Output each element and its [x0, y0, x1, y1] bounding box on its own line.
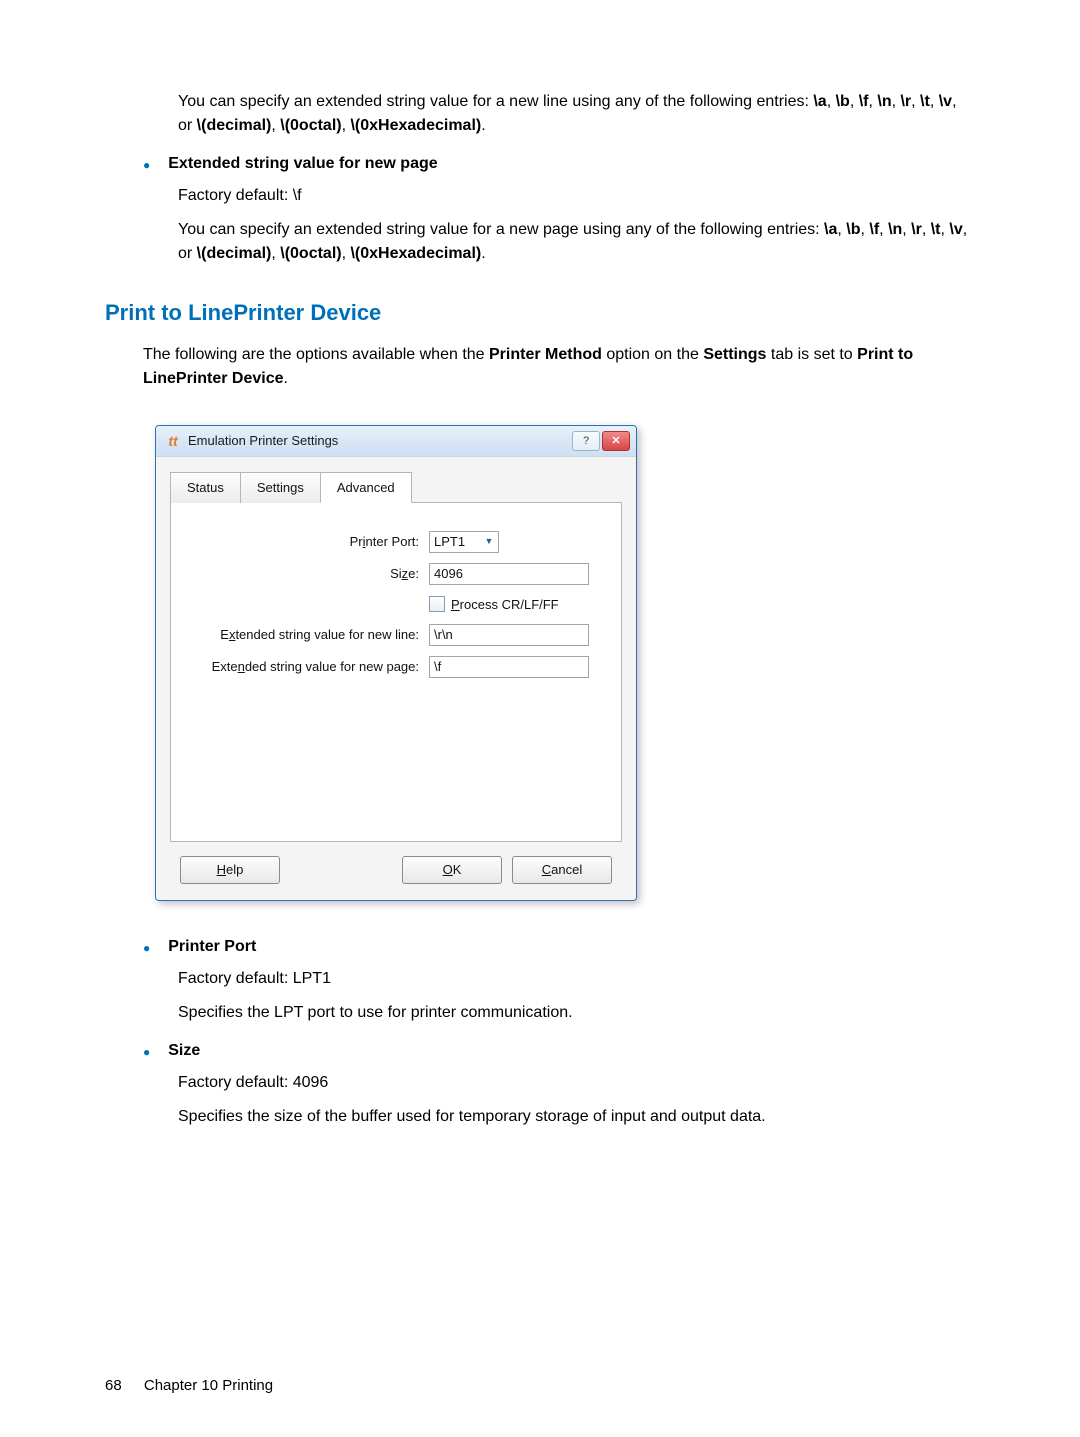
bullet-printer-port-title: Printer Port	[168, 935, 256, 959]
label-newline: Extended string value for new line:	[189, 625, 419, 645]
escape-f: \f	[859, 93, 869, 110]
top-text: You can specify an extended string value…	[178, 93, 813, 110]
escape-t: \t	[920, 93, 930, 110]
printer-port-select[interactable]: LPT1 ▼	[429, 531, 499, 553]
factory-default-newpage: Factory default: \f	[178, 184, 975, 208]
newline-input[interactable]: \r\n	[429, 624, 589, 646]
process-crlfff-checkbox[interactable]	[429, 596, 445, 612]
size-input[interactable]: 4096	[429, 563, 589, 585]
escape-oct: \(0octal)	[280, 117, 341, 134]
advanced-panel: Printer Port: LPT1 ▼ Size: 4096	[170, 502, 622, 842]
bullet-size: ● Size	[143, 1039, 975, 1065]
bullet-icon: ●	[143, 935, 150, 961]
escape-r: \r	[900, 93, 911, 110]
bullet-extended-newpage-body: Factory default: \f You can specify an e…	[178, 184, 975, 266]
tab-advanced[interactable]: Advanced	[320, 472, 412, 503]
bullet-icon: ●	[143, 1039, 150, 1065]
close-titlebar-button[interactable]: ✕	[602, 431, 630, 451]
escape-dec: \(decimal)	[197, 117, 272, 134]
dialog-button-row: Help OK Cancel	[170, 842, 622, 884]
size-body: Factory default: 4096 Specifies the size…	[178, 1071, 975, 1129]
escape-a: \a	[813, 93, 826, 110]
printer-port-body: Factory default: LPT1 Specifies the LPT …	[178, 967, 975, 1025]
bullet-extended-newpage: ● Extended string value for new page	[143, 152, 975, 178]
printer-port-desc: Specifies the LPT port to use for printe…	[178, 1001, 975, 1025]
app-icon: tt	[164, 432, 182, 450]
cancel-button[interactable]: Cancel	[512, 856, 612, 884]
section-heading: Print to LinePrinter Device	[105, 296, 975, 329]
tab-settings[interactable]: Settings	[240, 472, 321, 503]
ok-button[interactable]: OK	[402, 856, 502, 884]
chapter-label: Chapter 10 Printing	[144, 1377, 273, 1394]
size-default: Factory default: 4096	[178, 1071, 975, 1095]
page-number: 68	[105, 1375, 122, 1398]
printer-port-value: LPT1	[434, 532, 465, 552]
tab-strip: Status Settings Advanced	[170, 471, 622, 502]
escape-hex: \(0xHexadecimal)	[350, 117, 481, 134]
after-dialog-bullets: ● Printer Port Factory default: LPT1 Spe…	[105, 935, 975, 1129]
bullet-title: Extended string value for new page	[168, 152, 437, 176]
bullet-printer-port: ● Printer Port	[143, 935, 975, 961]
emulation-printer-settings-dialog: tt Emulation Printer Settings ? ✕ Status…	[155, 425, 637, 901]
label-newpage: Extended string value for new page:	[189, 657, 419, 677]
dialog-title: Emulation Printer Settings	[188, 431, 570, 451]
bullet-size-title: Size	[168, 1039, 200, 1063]
newpage-input[interactable]: \f	[429, 656, 589, 678]
escape-b: \b	[836, 93, 850, 110]
page-footer: 68 Chapter 10 Printing	[105, 1375, 273, 1398]
help-button[interactable]: Help	[180, 856, 280, 884]
tab-status[interactable]: Status	[170, 472, 241, 503]
help-titlebar-button[interactable]: ?	[572, 431, 600, 451]
page: You can specify an extended string value…	[0, 0, 1080, 1437]
label-printer-port: Printer Port:	[189, 532, 419, 552]
dialog-screenshot: tt Emulation Printer Settings ? ✕ Status…	[155, 425, 635, 901]
chevron-down-icon: ▼	[482, 535, 496, 549]
top-continuation-paragraph: You can specify an extended string value…	[178, 90, 975, 138]
escape-v: \v	[939, 93, 952, 110]
titlebar: tt Emulation Printer Settings ? ✕	[156, 426, 636, 457]
escape-n: \n	[877, 93, 891, 110]
dialog-body: Status Settings Advanced Printer Port: L…	[156, 457, 636, 900]
size-desc: Specifies the size of the buffer used fo…	[178, 1105, 975, 1129]
section-intro: The following are the options available …	[143, 343, 975, 391]
label-size: Size:	[189, 564, 419, 584]
printer-port-default: Factory default: LPT1	[178, 967, 975, 991]
newpage-desc-a: You can specify an extended string value…	[178, 221, 824, 238]
label-process: Process CR/LF/FF	[451, 595, 559, 615]
bullet-icon: ●	[143, 152, 150, 178]
